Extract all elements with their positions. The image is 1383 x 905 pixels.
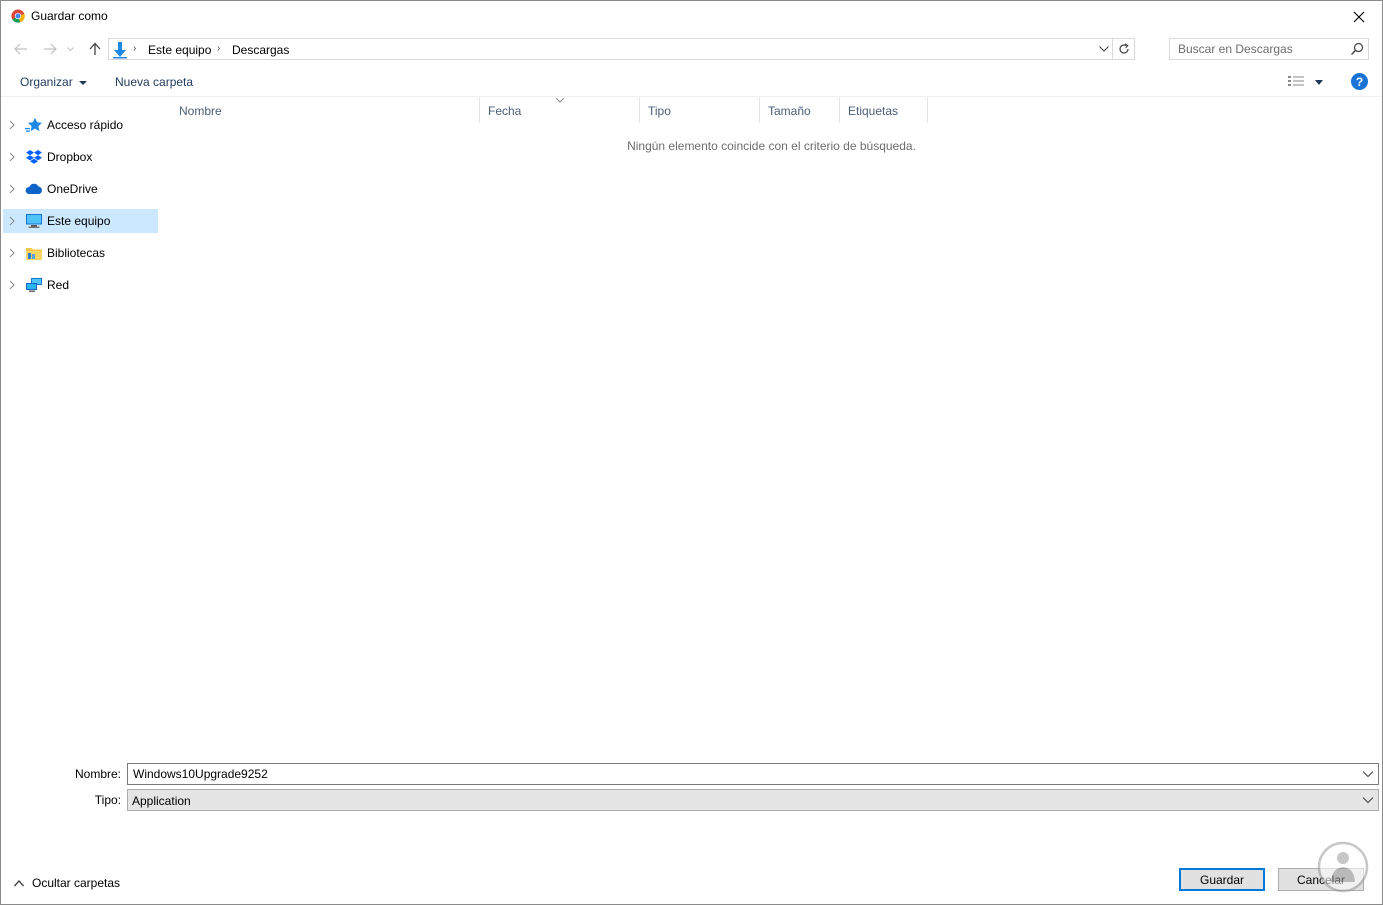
chevron-down-icon: [1099, 46, 1109, 52]
column-header-label: Tamaño: [768, 104, 811, 118]
column-header-label: Fecha: [488, 104, 522, 118]
breadcrumb-separator-icon: ›: [133, 43, 137, 54]
chevron-right-icon: [9, 216, 15, 226]
column-header-label: Nombre: [179, 104, 222, 118]
back-button[interactable]: [10, 38, 32, 60]
arrow-left-icon: [14, 43, 27, 55]
new-folder-button[interactable]: Nueva carpeta: [115, 75, 193, 89]
refresh-button[interactable]: [1112, 39, 1134, 59]
search-input[interactable]: [1170, 39, 1346, 59]
save-button[interactable]: Guardar: [1179, 868, 1265, 891]
sidebar-item-label: Dropbox: [47, 150, 93, 164]
recent-locations-button[interactable]: [63, 38, 77, 60]
breadcrumb-descargas[interactable]: Descargas: [232, 43, 289, 57]
downloads-icon: [113, 42, 127, 59]
change-view-button[interactable]: [1287, 73, 1327, 91]
file-name-label: Nombre:: [74, 767, 121, 781]
caret-down-icon: [78, 80, 87, 85]
file-type-label: Tipo:: [94, 793, 121, 807]
chevron-right-icon: [9, 248, 15, 258]
refresh-icon: [1118, 43, 1129, 54]
library-folder-icon: [26, 248, 42, 260]
chevron-down-icon: [1362, 797, 1374, 804]
sidebar-item-onedrive[interactable]: OneDrive: [3, 177, 158, 201]
search-icon: [1350, 42, 1364, 56]
sidebar-item-label: Bibliotecas: [47, 246, 106, 260]
up-button[interactable]: [84, 38, 106, 60]
column-header-tipo[interactable]: Tipo: [640, 97, 760, 123]
breadcrumb-este-equipo[interactable]: Este equipo: [148, 43, 211, 57]
sidebar-item-bibliotecas[interactable]: Bibliotecas: [3, 241, 158, 265]
column-header-nombre[interactable]: Nombre: [171, 97, 565, 123]
file-list[interactable]: Nombre Fecha Tipo Tamaño Etiquetas Ningú…: [171, 97, 1376, 747]
search-box[interactable]: [1169, 38, 1369, 60]
chrome-icon: [11, 9, 25, 23]
sidebar-item-dropbox[interactable]: Dropbox: [3, 145, 158, 169]
chevron-down-icon[interactable]: [1362, 770, 1374, 778]
sidebar-item-este-equipo[interactable]: Este equipo: [3, 209, 158, 233]
chevron-right-icon: [9, 120, 15, 130]
navigation-bar: › Este equipo › Descargas: [1, 36, 1382, 62]
arrow-up-icon: [89, 42, 101, 55]
dropbox-icon: [26, 150, 42, 164]
file-type-select[interactable]: Application: [127, 789, 1379, 811]
save-as-dialog: Guardar como › Este equipo › Descargas B…: [0, 0, 1383, 905]
address-history-button[interactable]: [1096, 39, 1112, 59]
column-header-etiquetas[interactable]: Etiquetas: [840, 97, 928, 123]
help-button[interactable]: ?: [1351, 73, 1368, 90]
file-name-input[interactable]: [128, 764, 1353, 784]
chevron-down-icon: [66, 46, 74, 51]
chevron-up-icon: [13, 879, 25, 887]
column-header-fecha[interactable]: Fecha: [480, 97, 640, 123]
cancel-button[interactable]: Cancelar: [1278, 868, 1364, 891]
forward-button[interactable]: [39, 38, 61, 60]
star-icon: [25, 117, 42, 132]
sidebar-item-acceso-rapido[interactable]: Acceso rápido: [3, 113, 158, 137]
close-icon: [1353, 11, 1365, 22]
dialog-title: Guardar como: [31, 9, 108, 23]
help-icon: ?: [1355, 74, 1364, 89]
cloud-icon: [25, 183, 42, 194]
sidebar-item-label: Red: [47, 278, 70, 292]
hide-folders-label: Ocultar carpetas: [32, 876, 121, 890]
sidebar-item-label: Este equipo: [47, 214, 111, 228]
title-bar: Guardar como: [1, 1, 1382, 32]
file-type-value: Application: [132, 794, 191, 808]
empty-list-message: Ningún elemento coincide con el criterio…: [627, 139, 916, 153]
navigation-pane: Acceso rápido Dropbox OneDrive Este equi…: [1, 109, 159, 749]
command-bar: Organizar Nueva carpeta ?: [1, 67, 1382, 97]
file-name-combobox[interactable]: [127, 763, 1379, 785]
chevron-right-icon: [9, 280, 15, 290]
caret-down-icon: [1315, 79, 1323, 85]
details-view-icon: [1288, 76, 1304, 86]
sidebar-item-label: Acceso rápido: [47, 118, 124, 132]
sidebar-item-red[interactable]: Red: [3, 273, 158, 297]
arrow-right-icon: [44, 43, 57, 55]
column-header-tamano[interactable]: Tamaño: [760, 97, 840, 123]
chevron-right-icon: [9, 152, 15, 162]
column-header-label: Tipo: [648, 104, 671, 118]
organize-menu-button[interactable]: Organizar: [20, 75, 87, 89]
sidebar-item-label: OneDrive: [47, 182, 98, 196]
breadcrumb-separator-icon: ›: [217, 43, 221, 54]
network-icon: [26, 278, 42, 292]
close-button[interactable]: [1336, 1, 1382, 32]
column-header-label: Etiquetas: [848, 104, 899, 118]
chevron-right-icon: [9, 184, 15, 194]
computer-icon: [26, 214, 42, 228]
organize-label: Organizar: [20, 75, 73, 89]
address-bar[interactable]: › Este equipo › Descargas: [108, 38, 1135, 60]
